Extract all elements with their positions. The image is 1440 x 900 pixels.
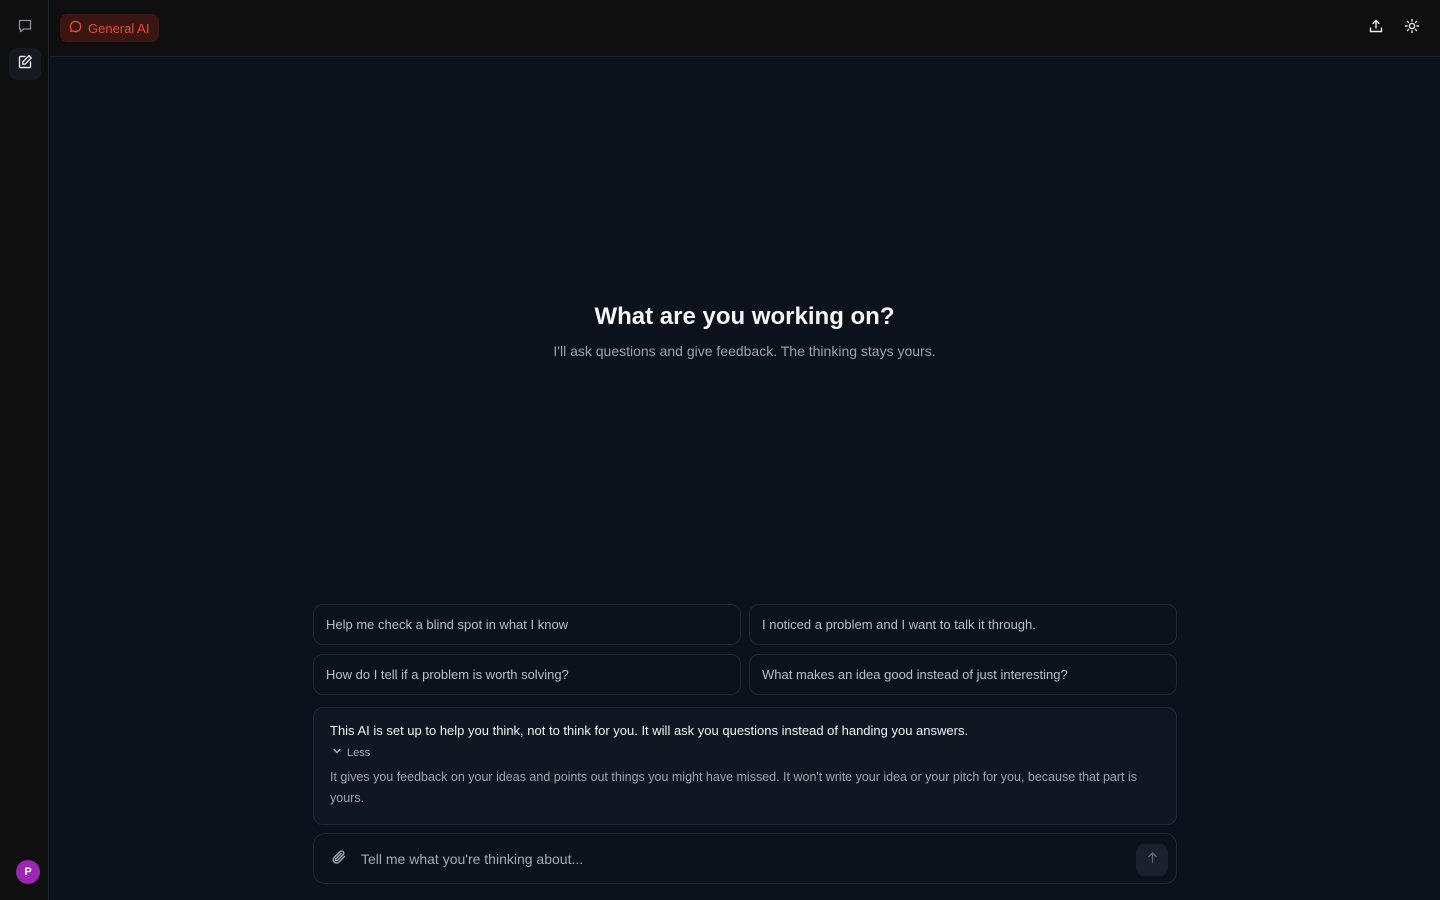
chat-bubble-icon <box>69 20 82 36</box>
info-panel: This AI is set up to help you think, not… <box>313 707 1177 825</box>
mode-selector-button[interactable]: General AI <box>60 14 160 42</box>
paperclip-icon <box>331 849 347 870</box>
message-composer <box>313 833 1177 884</box>
new-chat-button[interactable] <box>9 48 41 80</box>
page-title: What are you working on? <box>594 303 895 330</box>
info-detail-text: It gives you feedback on your ideas and … <box>330 770 1137 805</box>
sun-icon <box>1404 18 1420 39</box>
send-button[interactable] <box>1136 844 1168 876</box>
avatar[interactable]: P <box>16 860 40 884</box>
suggestion-chip[interactable]: I noticed a problem and I want to talk i… <box>749 604 1177 645</box>
sidebar: P <box>0 0 49 900</box>
suggestion-chip[interactable]: What makes an idea good instead of just … <box>749 654 1177 695</box>
attach-button[interactable] <box>328 848 350 870</box>
theme-toggle-button[interactable] <box>1400 16 1424 40</box>
page-subtitle: I'll ask questions and give feedback. Th… <box>553 343 936 359</box>
message-input[interactable] <box>361 844 1121 874</box>
chats-button[interactable] <box>9 12 41 44</box>
suggestion-chip[interactable]: How do I tell if a problem is worth solv… <box>313 654 741 695</box>
mode-label: General AI <box>88 20 150 36</box>
suggestion-chip[interactable]: Help me check a blind spot in what I kno… <box>313 604 741 645</box>
arrow-up-icon <box>1146 851 1159 869</box>
info-main-text: This AI is set up to help you think, not… <box>330 723 969 738</box>
edit-icon <box>17 54 33 75</box>
chevron-down-icon <box>332 746 342 759</box>
upload-icon <box>1368 18 1384 39</box>
share-button[interactable] <box>1364 16 1388 40</box>
chat-bubble-icon <box>17 18 33 39</box>
top-bar: General AI <box>49 0 1440 57</box>
less-toggle-label: Less <box>347 746 371 759</box>
less-toggle-button[interactable]: Less <box>330 746 390 759</box>
